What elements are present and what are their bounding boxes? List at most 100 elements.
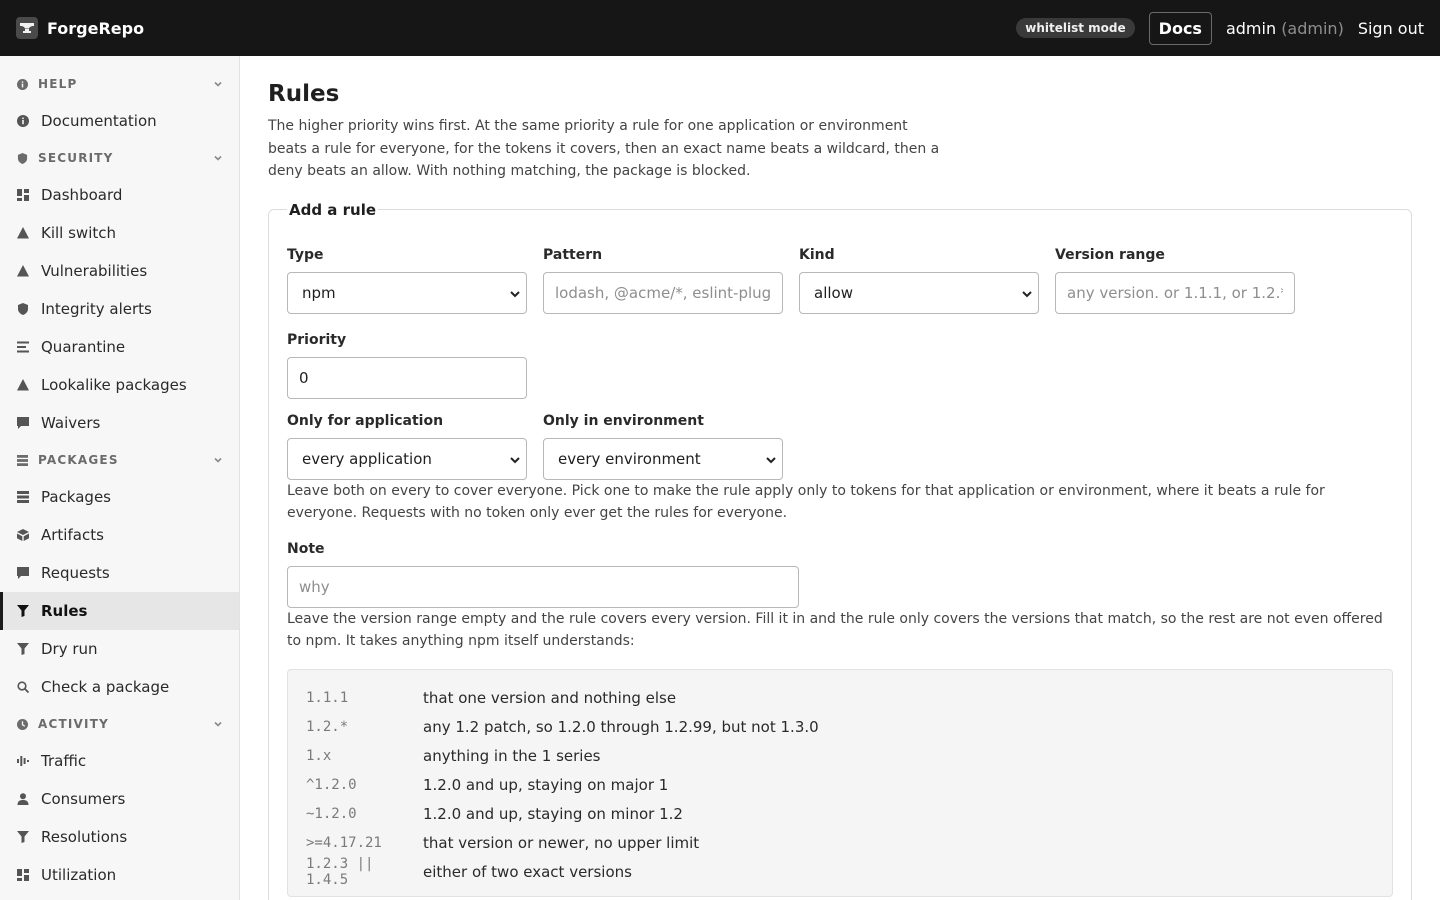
add-rule-form: Add a rule Type npm Pattern Kind allow [268, 200, 1412, 900]
range-description: anything in the 1 series [423, 747, 601, 765]
range-code: 1.x [306, 748, 332, 764]
search-icon [17, 681, 29, 693]
application-label: Only for application [287, 412, 444, 429]
sidebar-item-lookalike-packages[interactable]: Lookalike packages [0, 366, 239, 404]
warning-icon [17, 227, 29, 239]
chevron-down-icon [510, 290, 520, 297]
brand-link[interactable]: ForgeRepo [16, 17, 144, 39]
sidebar-item-quarantine[interactable]: Quarantine [0, 328, 239, 366]
sidebar-item-check-a-package[interactable]: Check a package [0, 668, 239, 706]
range-example-row: ~1.2.0 1.2.0 and up, staying on minor 1.2 [306, 800, 1374, 829]
sidebar-item-requests[interactable]: Requests [0, 554, 239, 592]
pattern-input[interactable] [543, 271, 783, 314]
sidebar: HELP Documentation SECURITY Dashboard Kill s… [0, 56, 240, 900]
range-description: that version or newer, no upper limit [423, 834, 700, 852]
application-select[interactable]: every application [287, 437, 527, 480]
sidebar-item-utilization[interactable]: Utilization [0, 856, 239, 894]
type-label: Type [287, 246, 324, 263]
range-code: >=4.17.21 [306, 835, 382, 851]
priority-input[interactable] [287, 356, 527, 399]
version-range-label: Version range [1055, 246, 1165, 263]
environment-select[interactable]: every environment [543, 437, 783, 480]
note-icon [17, 567, 29, 579]
chevron-down-icon [214, 457, 222, 463]
sidebar-item-documentation[interactable]: Documentation [0, 102, 239, 140]
sidebar-item-label: Traffic [41, 752, 87, 770]
chevron-down-icon [214, 721, 222, 727]
priority-field: Priority [287, 332, 527, 399]
bars-icon [17, 755, 29, 767]
sidebar-section-activity[interactable]: ACTIVITY [0, 706, 239, 742]
sidebar-section-help[interactable]: HELP [0, 66, 239, 102]
sidebar-item-vulnerabilities[interactable]: Vulnerabilities [0, 252, 239, 290]
sidebar-item-artifacts[interactable]: Artifacts [0, 516, 239, 554]
sidebar-section-label: ACTIVITY [38, 717, 109, 731]
top-bar: ForgeRepo whitelist mode Docs admin (adm… [0, 0, 1440, 56]
type-select-value: npm [302, 283, 336, 302]
sidebar-item-consumers[interactable]: Consumers [0, 780, 239, 818]
filter-icon [17, 605, 29, 617]
sidebar-item-packages[interactable]: Packages [0, 478, 239, 516]
note-icon [17, 417, 29, 429]
sign-out-link[interactable]: Sign out [1358, 19, 1424, 38]
type-field: Type npm [287, 247, 527, 314]
range-description: 1.2.0 and up, staying on major 1 [423, 776, 669, 794]
cube-icon [17, 529, 29, 541]
note-input[interactable] [287, 565, 799, 608]
range-code: 1.2.* [306, 719, 349, 735]
sidebar-item-integrity-alerts[interactable]: Integrity alerts [0, 290, 239, 328]
sidebar-item-traffic[interactable]: Traffic [0, 742, 239, 780]
sidebar-item-dashboard[interactable]: Dashboard [0, 176, 239, 214]
range-example-row: >=4.17.21 that version or newer, no upper… [306, 829, 1374, 858]
scope-hint: Leave both on every to cover everyone. P… [287, 482, 1325, 522]
sidebar-item-label: Waivers [41, 414, 101, 432]
sidebar-item-label: Quarantine [41, 338, 126, 356]
page-intro: The higher priority wins first. At the s… [268, 118, 940, 179]
sidebar-item-label: Documentation [41, 112, 157, 130]
type-select[interactable]: npm [287, 271, 527, 314]
info-icon [17, 115, 29, 127]
sidebar-item-rules[interactable]: Rules [0, 592, 239, 630]
range-code: 1.1.1 [306, 690, 349, 706]
range-code: 1.2.3 || 1.4.5 [306, 856, 374, 888]
box-icon [17, 455, 28, 466]
sidebar-item-label: Resolutions [41, 828, 128, 846]
sidebar-section-label: PACKAGES [38, 453, 119, 467]
sidebar-item-label: Integrity alerts [41, 300, 152, 318]
sidebar-item-label: Check a package [41, 678, 170, 696]
range-code: ~1.2.0 [306, 806, 357, 822]
chevron-down-icon [1022, 290, 1032, 297]
sidebar-item-label: Packages [41, 488, 111, 506]
grid-icon [17, 189, 29, 201]
range-description: either of two exact versions [423, 863, 632, 881]
sidebar-section-packages[interactable]: PACKAGES [0, 442, 239, 478]
box-icon [17, 491, 29, 503]
environment-select-value: every environment [558, 449, 701, 468]
docs-button[interactable]: Docs [1148, 11, 1212, 45]
version-range-hint: Leave the version range empty and the ru… [287, 610, 1383, 650]
sidebar-item-dry-run[interactable]: Dry run [0, 630, 239, 668]
sidebar-item-kill-switch[interactable]: Kill switch [0, 214, 239, 252]
user-icon [17, 793, 29, 805]
sidebar-section-security[interactable]: SECURITY [0, 140, 239, 176]
range-description: 1.2.0 and up, staying on minor 1.2 [423, 805, 683, 823]
application-field: Only for application every application [287, 413, 527, 480]
sidebar-item-label: Requests [41, 564, 110, 582]
sidebar-item-label: Rules [41, 602, 88, 620]
anvil-icon [16, 17, 38, 39]
current-user: admin (admin) [1226, 19, 1344, 38]
sidebar-item-resolutions[interactable]: Resolutions [0, 818, 239, 856]
sidebar-item-label: Dashboard [41, 186, 123, 204]
form-legend: Add a rule [289, 200, 377, 219]
sidebar-item-waivers[interactable]: Waivers [0, 404, 239, 442]
environment-field: Only in environment every environment [543, 413, 783, 480]
kind-select[interactable]: allow [799, 271, 1039, 314]
warning-icon [17, 379, 29, 391]
range-example-row: 1.2.* any 1.2 patch, so 1.2.0 through 1.2… [306, 713, 1374, 742]
priority-label: Priority [287, 331, 347, 348]
kind-field: Kind allow [799, 247, 1039, 314]
version-range-input[interactable] [1055, 271, 1295, 314]
version-range-examples: 1.1.1 that one version and nothing else 1.… [287, 668, 1393, 897]
sidebar-item-label: Vulnerabilities [41, 262, 148, 280]
range-example-row: 1.1.1 that one version and nothing else [306, 684, 1374, 713]
